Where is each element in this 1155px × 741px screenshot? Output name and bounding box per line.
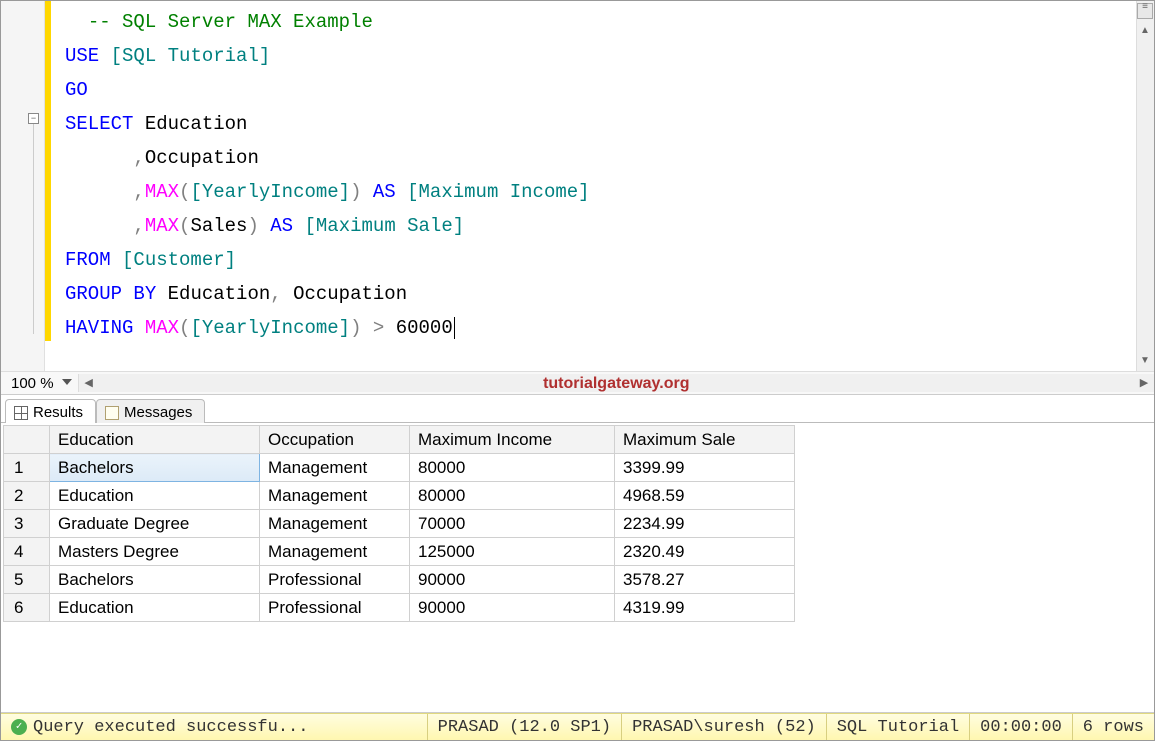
messages-icon [105,406,119,420]
cell[interactable]: 2320.49 [615,538,795,566]
cell[interactable]: Management [260,510,410,538]
row-header-blank[interactable] [4,426,50,454]
table-row[interactable]: 2EducationManagement800004968.59 [4,482,795,510]
row-number[interactable]: 2 [4,482,50,510]
results-tabs: Results Messages [1,395,1154,423]
vertical-scrollbar[interactable]: ≡ ▲ ▼ [1136,1,1154,371]
cell[interactable]: 90000 [410,594,615,622]
col-header-max-income[interactable]: Maximum Income [410,426,615,454]
scroll-left-icon[interactable]: ◀ [81,375,97,391]
cell[interactable]: Management [260,482,410,510]
results-grid-icon [14,406,28,420]
cell[interactable]: Management [260,454,410,482]
col-header-max-sale[interactable]: Maximum Sale [615,426,795,454]
status-server: PRASAD (12.0 SP1) [428,714,622,740]
cell[interactable]: 4319.99 [615,594,795,622]
row-number[interactable]: 5 [4,566,50,594]
cell[interactable]: 70000 [410,510,615,538]
sql-editor-pane: − -- SQL Server MAX ExampleUSE [SQL Tuto… [1,1,1154,371]
status-rowcount: 6 rows [1073,714,1154,740]
text-caret [454,317,455,339]
table-row[interactable]: 4Masters DegreeManagement1250002320.49 [4,538,795,566]
cell[interactable]: 80000 [410,482,615,510]
results-pane: Education Occupation Maximum Income Maxi… [1,423,1154,713]
cell[interactable]: Education [50,594,260,622]
status-user: PRASAD\suresh (52) [622,714,827,740]
col-header-education[interactable]: Education [50,426,260,454]
cell[interactable]: Graduate Degree [50,510,260,538]
tab-messages-label: Messages [124,404,192,421]
editor-footer: 100 % ◀ tutorialgateway.org ▶ [1,371,1154,395]
row-number[interactable]: 4 [4,538,50,566]
code-fold-toggle[interactable]: − [28,113,39,124]
cell[interactable]: Professional [260,594,410,622]
cell[interactable]: Management [260,538,410,566]
horizontal-scrollbar[interactable]: ◀ tutorialgateway.org ▶ [78,374,1154,392]
cell[interactable]: Professional [260,566,410,594]
zoom-dropdown[interactable]: 100 % [1,375,78,392]
chevron-down-icon [62,379,72,387]
tab-results[interactable]: Results [5,399,96,423]
status-elapsed: 00:00:00 [970,714,1073,740]
success-check-icon: ✓ [11,719,27,735]
cell[interactable]: 90000 [410,566,615,594]
status-message: Query executed successfu... [33,718,308,737]
tab-results-label: Results [33,404,83,421]
status-bar: ✓ Query executed successfu... PRASAD (12… [1,713,1154,740]
cell[interactable]: 4968.59 [615,482,795,510]
watermark-text: tutorialgateway.org [543,375,689,393]
tab-messages[interactable]: Messages [96,399,205,423]
split-handle-icon[interactable]: ≡ [1137,3,1153,19]
cell[interactable]: Masters Degree [50,538,260,566]
zoom-value: 100 % [11,375,54,392]
col-header-occupation[interactable]: Occupation [260,426,410,454]
cell[interactable]: Education [50,482,260,510]
cell[interactable]: Bachelors [50,454,260,482]
scroll-up-icon[interactable]: ▲ [1137,23,1153,39]
cell[interactable]: 80000 [410,454,615,482]
status-message-cell: ✓ Query executed successfu... [1,714,428,740]
results-grid[interactable]: Education Occupation Maximum Income Maxi… [3,425,795,622]
row-number[interactable]: 1 [4,454,50,482]
table-row[interactable]: 1BachelorsManagement800003399.99 [4,454,795,482]
cell[interactable]: 2234.99 [615,510,795,538]
editor-gutter: − [1,1,45,371]
status-database: SQL Tutorial [827,714,970,740]
table-row[interactable]: 5BachelorsProfessional900003578.27 [4,566,795,594]
cell[interactable]: 125000 [410,538,615,566]
row-number[interactable]: 6 [4,594,50,622]
cell[interactable]: 3578.27 [615,566,795,594]
row-number[interactable]: 3 [4,510,50,538]
table-row[interactable]: 6EducationProfessional900004319.99 [4,594,795,622]
cell[interactable]: 3399.99 [615,454,795,482]
cell[interactable]: Bachelors [50,566,260,594]
scroll-right-icon[interactable]: ▶ [1136,375,1152,391]
change-marker [45,1,51,341]
scroll-down-icon[interactable]: ▼ [1137,353,1153,369]
table-row[interactable]: 3Graduate DegreeManagement700002234.99 [4,510,795,538]
sql-code-editor[interactable]: -- SQL Server MAX ExampleUSE [SQL Tutori… [45,1,1136,371]
